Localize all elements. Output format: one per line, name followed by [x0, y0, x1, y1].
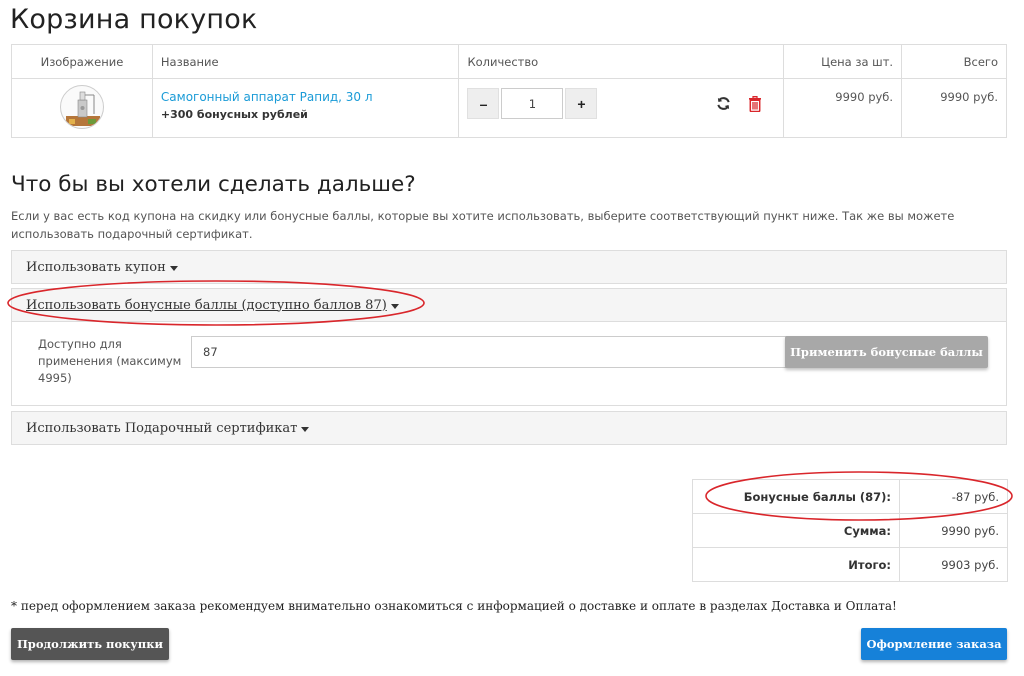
distiller-image — [65, 91, 100, 126]
header-name: Название — [151, 44, 460, 79]
bonus-panel-label: Использовать бонусные баллы (доступно ба… — [26, 297, 387, 313]
totals-label: Бонусные баллы (87): — [692, 479, 900, 514]
row-actions — [715, 95, 763, 112]
quantity-decrease-button[interactable]: – — [467, 88, 500, 119]
gift-certificate-panel-label: Использовать Подарочный сертификат — [26, 420, 298, 436]
product-image-cell — [11, 78, 153, 138]
product-thumbnail[interactable] — [59, 85, 104, 129]
coupon-panel: Использовать купон — [11, 250, 1007, 284]
header-image: Изображение — [11, 44, 153, 79]
coupon-panel-label: Использовать купон — [26, 259, 166, 275]
bonus-panel-body: Доступно для применения (максимум 4995) … — [12, 321, 1006, 405]
trash-icon[interactable] — [747, 95, 763, 112]
next-steps-title: Что бы вы хотели сделать дальше? — [11, 172, 416, 197]
apply-bonus-button[interactable]: Применить бонусные баллы — [785, 336, 988, 368]
row-total-cell: 9990 руб. — [901, 78, 1007, 138]
caret-down-icon — [301, 426, 310, 432]
bonus-panel-toggle[interactable]: Использовать бонусные баллы (доступно ба… — [12, 289, 1006, 321]
bonus-field-label: Доступно для применения (максимум 4995) — [38, 337, 182, 385]
totals-value: 9903 руб. — [899, 547, 1008, 582]
product-name-cell: Самогонный аппарат Рапид, 30 л +300 бону… — [151, 78, 460, 138]
checkout-note: * перед оформлением заказа рекомендуем в… — [11, 599, 897, 613]
product-link[interactable]: Самогонный аппарат Рапид, 30 л — [161, 90, 451, 104]
quantity-input[interactable] — [501, 88, 564, 119]
totals-row-subtotal: Сумма: 9990 руб. — [692, 513, 1008, 548]
cart-header-row: Изображение Название Количество Цена за … — [11, 44, 1007, 79]
totals-row-bonus: Бонусные баллы (87): -87 руб. — [692, 479, 1008, 514]
totals-table: Бонусные баллы (87): -87 руб. Сумма: 999… — [692, 479, 1008, 582]
continue-shopping-button[interactable]: Продолжить покупки — [11, 628, 169, 660]
cart-row: Самогонный аппарат Рапид, 30 л +300 бону… — [11, 78, 1007, 138]
totals-value: -87 руб. — [899, 479, 1008, 514]
totals-value: 9990 руб. — [899, 513, 1008, 548]
coupon-panel-toggle[interactable]: Использовать купон — [12, 251, 1006, 283]
page-title: Корзина покупок — [10, 4, 258, 35]
totals-row-total: Итого: 9903 руб. — [692, 547, 1008, 582]
refresh-icon[interactable] — [715, 96, 731, 112]
header-quantity: Количество — [458, 44, 785, 79]
cart-table: Изображение Название Количество Цена за … — [11, 44, 1007, 138]
bonus-points-input[interactable] — [191, 336, 787, 368]
quantity-stepper: – + — [467, 88, 775, 119]
totals-label: Сумма: — [692, 513, 900, 548]
caret-down-icon — [169, 265, 178, 271]
quantity-increase-button[interactable]: + — [565, 88, 598, 119]
bonus-panel: Использовать бонусные баллы (доступно ба… — [11, 288, 1007, 406]
header-unit-price: Цена за шт. — [783, 44, 903, 79]
checkout-button[interactable]: Оформление заказа — [861, 628, 1007, 660]
caret-down-icon — [390, 303, 399, 309]
totals-label: Итого: — [692, 547, 900, 582]
quantity-cell: – + — [458, 78, 785, 138]
gift-certificate-panel: Использовать Подарочный сертификат — [11, 411, 1007, 445]
product-bonus: +300 бонусных рублей — [160, 108, 308, 121]
header-total: Всего — [901, 44, 1007, 79]
next-steps-description: Если у вас есть код купона на скидку или… — [11, 209, 955, 241]
unit-price-cell: 9990 руб. — [783, 78, 903, 138]
gift-certificate-panel-toggle[interactable]: Использовать Подарочный сертификат — [12, 412, 1006, 444]
